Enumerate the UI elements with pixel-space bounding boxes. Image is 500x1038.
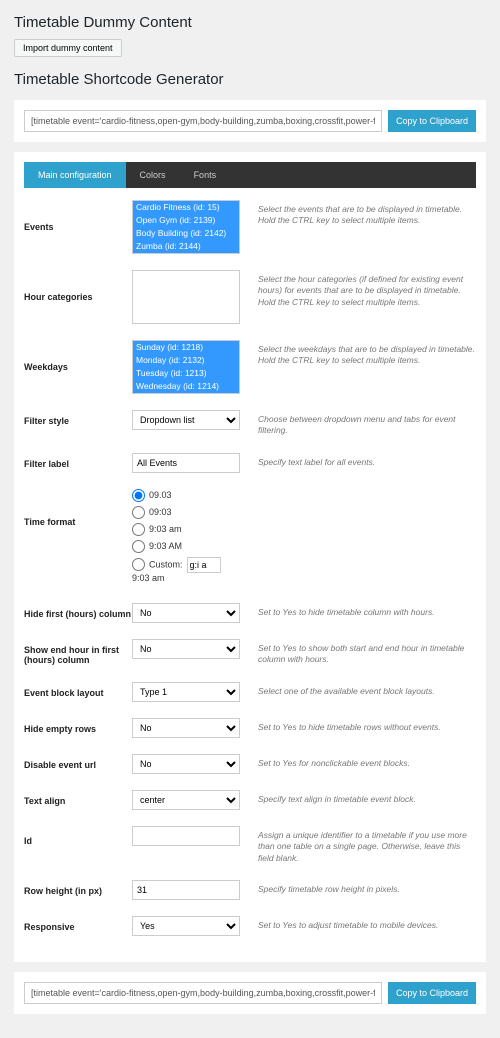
time-format-radio-group: 09.03 09:03 9:03 am 9:03 AM Custom:9:03 … (132, 489, 240, 583)
event-block-layout-select[interactable]: Type 1 (132, 682, 240, 702)
radio-input[interactable] (132, 540, 145, 553)
tab-fonts[interactable]: Fonts (180, 162, 231, 188)
weekdays-multiselect[interactable]: Sunday (id: 1218) Monday (id: 2132) Tues… (132, 340, 240, 394)
disable-url-help: Set to Yes for nonclickable event blocks… (240, 754, 476, 769)
weekdays-option[interactable]: Wednesday (id: 1214) (133, 380, 239, 393)
config-panel: Main configuration Colors Fonts Events C… (14, 152, 486, 962)
weekdays-option[interactable]: Sunday (id: 1218) (133, 341, 239, 354)
copy-clipboard-button-bottom[interactable]: Copy to Clipboard (388, 982, 476, 1004)
events-multiselect[interactable]: Cardio Fitness (id: 15) Open Gym (id: 21… (132, 200, 240, 254)
hide-empty-select[interactable]: No (132, 718, 240, 738)
show-end-select[interactable]: No (132, 639, 240, 659)
hide-first-select[interactable]: No (132, 603, 240, 623)
responsive-select[interactable]: Yes (132, 916, 240, 936)
time-format-custom-input[interactable] (187, 557, 221, 573)
show-end-label: Show end hour in first (hours) column (24, 639, 132, 665)
responsive-label: Responsive (24, 916, 132, 932)
events-option[interactable]: Body Building (id: 2142) (133, 227, 239, 240)
responsive-help: Set to Yes to adjust timetable to mobile… (240, 916, 476, 931)
filter-label-input[interactable] (132, 453, 240, 473)
time-format-option[interactable]: 09.03 (132, 489, 240, 502)
radio-input[interactable] (132, 558, 145, 571)
shortcode-panel-bottom: Copy to Clipboard (14, 972, 486, 1014)
radio-input[interactable] (132, 489, 145, 502)
filter-style-label: Filter style (24, 410, 132, 426)
hide-first-label: Hide first (hours) column (24, 603, 132, 619)
weekdays-label: Weekdays (24, 340, 132, 372)
import-dummy-button[interactable]: Import dummy content (14, 39, 122, 57)
time-format-label: Time format (24, 489, 132, 527)
tab-main-configuration[interactable]: Main configuration (24, 162, 126, 188)
generator-heading: Timetable Shortcode Generator (14, 71, 486, 88)
filter-style-select[interactable]: Dropdown list (132, 410, 240, 430)
row-height-help: Specify timetable row height in pixels. (240, 880, 476, 895)
radio-input[interactable] (132, 506, 145, 519)
row-height-label: Row height (in px) (24, 880, 132, 896)
radio-input[interactable] (132, 523, 145, 536)
id-label: Id (24, 826, 132, 846)
dummy-content-heading: Timetable Dummy Content (14, 14, 486, 31)
hide-empty-label: Hide empty rows (24, 718, 132, 734)
copy-clipboard-button-top[interactable]: Copy to Clipboard (388, 110, 476, 132)
id-help: Assign a unique identifier to a timetabl… (240, 826, 476, 864)
filter-label-label: Filter label (24, 453, 132, 469)
show-end-help: Set to Yes to show both start and end ho… (240, 639, 476, 666)
hour-categories-label: Hour categories (24, 270, 132, 302)
hide-empty-help: Set to Yes to hide timetable rows withou… (240, 718, 476, 733)
hide-first-help: Set to Yes to hide timetable column with… (240, 603, 476, 618)
events-option[interactable]: Open Gym (id: 2139) (133, 214, 239, 227)
events-option[interactable]: Zumba (id: 2144) (133, 240, 239, 253)
text-align-select[interactable]: center (132, 790, 240, 810)
hour-categories-multiselect[interactable] (132, 270, 240, 324)
disable-url-label: Disable event url (24, 754, 132, 770)
text-align-label: Text align (24, 790, 132, 806)
time-format-option-custom[interactable]: Custom:9:03 am (132, 557, 240, 583)
shortcode-output-top[interactable] (24, 110, 382, 132)
hour-categories-help: Select the hour categories (if defined f… (240, 270, 476, 308)
weekdays-option[interactable]: Monday (id: 2132) (133, 354, 239, 367)
event-block-layout-label: Event block layout (24, 682, 132, 698)
id-input[interactable] (132, 826, 240, 846)
time-format-option[interactable]: 9:03 am (132, 523, 240, 536)
text-align-help: Specify text align in timetable event bl… (240, 790, 476, 805)
time-format-option[interactable]: 9:03 AM (132, 540, 240, 553)
weekdays-option[interactable]: Tuesday (id: 1213) (133, 367, 239, 380)
shortcode-panel-top: Copy to Clipboard (14, 100, 486, 142)
filter-label-help: Specify text label for all events. (240, 453, 476, 468)
events-option[interactable]: Cardio Fitness (id: 15) (133, 201, 239, 214)
disable-url-select[interactable]: No (132, 754, 240, 774)
tab-colors[interactable]: Colors (126, 162, 180, 188)
time-format-help (240, 489, 476, 493)
events-label: Events (24, 200, 132, 232)
row-height-input[interactable] (132, 880, 240, 900)
filter-style-help: Choose between dropdown menu and tabs fo… (240, 410, 476, 437)
event-block-layout-help: Select one of the available event block … (240, 682, 476, 697)
tab-bar: Main configuration Colors Fonts (24, 162, 476, 188)
weekdays-help: Select the weekdays that are to be displ… (240, 340, 476, 367)
shortcode-output-bottom[interactable] (24, 982, 382, 1004)
events-help: Select the events that are to be display… (240, 200, 476, 227)
time-format-option[interactable]: 09:03 (132, 506, 240, 519)
